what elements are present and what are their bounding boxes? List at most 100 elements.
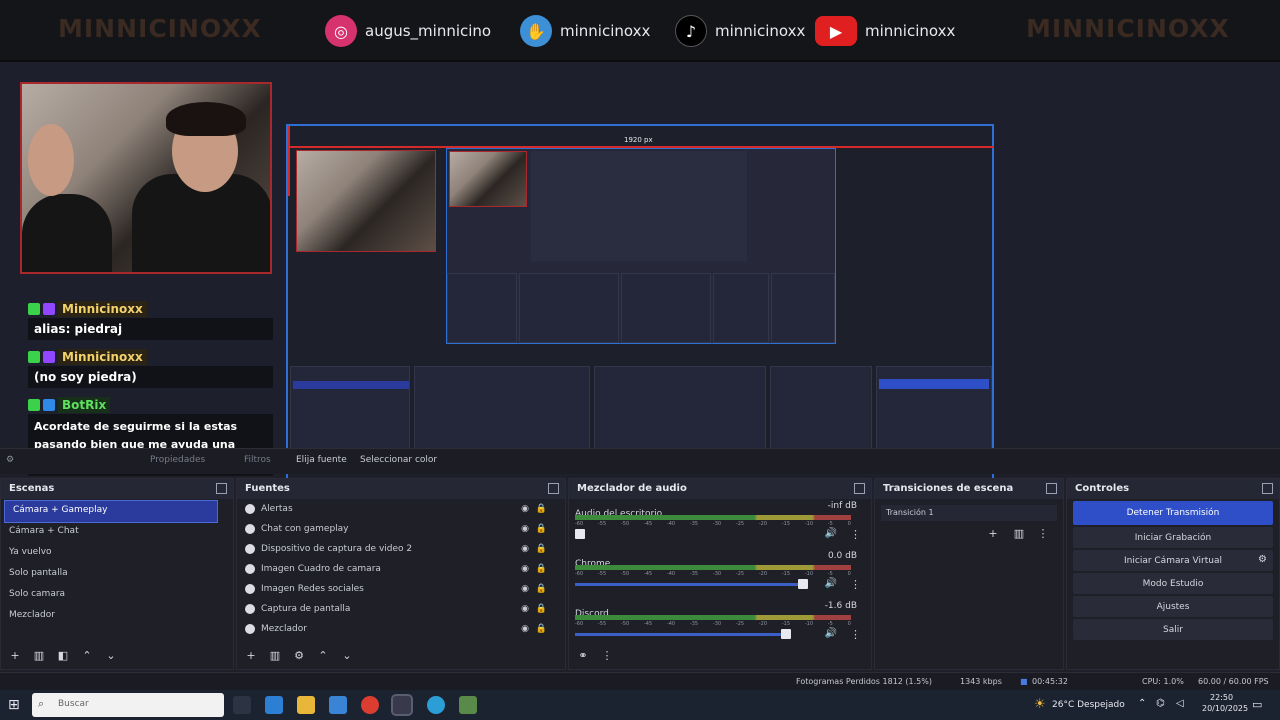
scene-item[interactable]: Cámara + Chat [1,522,233,543]
filter-icon[interactable]: ◧ [55,647,71,663]
scene-item[interactable]: Mezclador [1,606,233,627]
eye-icon[interactable]: ◉ [521,544,529,554]
clock-time[interactable]: 22:50 [1210,693,1233,702]
settings-button[interactable]: Ajustes [1073,596,1273,617]
eye-icon[interactable]: ◉ [521,564,529,574]
eye-icon[interactable]: ◉ [521,624,529,634]
tick-label: -15 [781,621,791,627]
more-icon[interactable]: ⋮ [850,578,861,591]
lock-icon[interactable]: 🔒 [536,524,547,534]
trash-icon[interactable]: ▥ [1011,525,1027,541]
gear-icon[interactable]: ⚙ [6,455,14,465]
tick-label: -40 [666,521,676,527]
sources-buttons: + ▥ ⚙ ⌃ ⌄ [243,647,355,663]
taskbar-search[interactable]: ⌕ Buscar [32,693,224,717]
task-view-icon[interactable] [233,696,251,714]
start-recording-button[interactable]: Iniciar Grabación [1073,527,1273,548]
handshake-icon: ✋ [520,15,552,47]
properties-button[interactable]: Propiedades [150,455,205,465]
clock-date[interactable]: 20/10/2025 [1202,704,1248,713]
obs-icon[interactable] [391,694,413,716]
more-icon[interactable]: ⋮ [850,628,861,641]
edge-icon[interactable] [265,696,283,714]
chevron-up-icon[interactable]: ⌃ [79,647,95,663]
gear-icon[interactable]: ⚙ [291,647,307,663]
chrome-profile-icon[interactable] [427,696,445,714]
more-icon[interactable]: ⋮ [1035,525,1051,541]
tray-chevron-icon[interactable]: ⌃ [1138,698,1146,709]
popout-icon[interactable] [1046,483,1057,494]
studio-mode-button[interactable]: Modo Estudio [1073,573,1273,594]
exit-button[interactable]: Salir [1073,619,1273,640]
volume-fader-knob[interactable] [781,629,792,639]
store-icon[interactable] [329,696,347,714]
source-item[interactable]: Dispositivo de captura de video 2 ◉ 🔒 [237,539,565,559]
chevron-down-icon[interactable]: ⌄ [339,647,355,663]
lock-icon[interactable]: 🔒 [536,564,547,574]
volume-fader-knob[interactable] [574,529,585,539]
scene-item[interactable]: Cámara + Gameplay [4,500,218,523]
meter-ticks: -60 -55 -50 -45 -40 -35 -30 -25 -20 -15 -10 -5 0 [575,621,851,627]
pick-source-button[interactable]: Elija fuente [296,455,347,465]
source-item[interactable]: Imagen Cuadro de camara ◉ 🔒 [237,559,565,579]
popout-icon[interactable] [548,483,559,494]
eye-icon[interactable]: ◉ [521,604,529,614]
more-icon[interactable]: ⋮ [599,647,615,663]
social-handle: augus_minnicino [365,22,492,40]
source-item[interactable]: Captura de pantalla ◉ 🔒 [237,599,565,619]
volume-fader-knob[interactable] [798,579,808,589]
lock-icon[interactable]: 🔒 [536,544,547,554]
network-icon[interactable]: ⌬ [1156,698,1165,709]
lock-icon[interactable]: 🔒 [536,604,547,614]
lock-icon[interactable]: 🔒 [536,504,547,514]
transition-select[interactable]: Transición 1 [881,505,1057,521]
volume-fader-track[interactable] [575,633,787,636]
add-icon[interactable]: + [985,525,1001,541]
link-icon[interactable]: ⚭ [575,647,591,663]
source-item[interactable]: Mezclador ◉ 🔒 [237,619,565,639]
scene-item[interactable]: Solo pantalla [1,564,233,585]
scene-item[interactable]: Ya vuelvo [1,543,233,564]
filters-button[interactable]: Filtros [244,455,271,465]
chevron-down-icon[interactable]: ⌄ [103,647,119,663]
trash-icon[interactable]: ▥ [31,647,47,663]
tick-label: 0 [847,521,851,527]
add-icon[interactable]: + [7,647,23,663]
popout-icon[interactable] [854,483,865,494]
volume-icon[interactable]: ◁ [1176,698,1184,709]
mixer-channel: Chrome 0.0 dB -60 -55 -50 -45 -40 -35 -30 -25 -20-… [569,549,871,599]
chrome-icon[interactable] [361,696,379,714]
lock-icon[interactable]: 🔒 [536,624,547,634]
scene-item[interactable]: Solo camara [1,585,233,606]
lock-icon[interactable]: 🔒 [536,584,547,594]
eye-icon[interactable]: ◉ [521,504,529,514]
speaker-icon[interactable]: 🔊 [825,628,837,639]
speaker-icon[interactable]: 🔊 [825,578,837,589]
popout-icon[interactable] [216,483,227,494]
preview-canvas[interactable]: Minnicinoxx alias: piedraj Minnicinoxx (… [0,62,1280,498]
select-color-button[interactable]: Seleccionar color [360,455,437,465]
trash-icon[interactable]: ▥ [267,647,283,663]
stream-time: 00:45:32 [1032,677,1068,686]
guide-line [288,126,290,196]
popout-icon[interactable] [1262,483,1273,494]
start-virtual-camera-button[interactable]: Iniciar Cámara Virtual ⚙ [1073,550,1273,571]
more-icon[interactable]: ⋮ [850,528,861,541]
chevron-up-icon[interactable]: ⌃ [315,647,331,663]
stop-streaming-button[interactable]: Detener Transmisión [1073,501,1273,525]
button-label: Iniciar Cámara Virtual [1124,555,1222,566]
add-icon[interactable]: + [243,647,259,663]
source-item[interactable]: Imagen Redes sociales ◉ 🔒 [237,579,565,599]
tick-label: -30 [712,571,722,577]
gear-icon[interactable]: ⚙ [1258,554,1267,565]
source-item[interactable]: Alertas ◉ 🔒 [237,499,565,519]
volume-fader-track[interactable] [575,583,803,586]
folder-icon[interactable] [297,696,315,714]
speaker-icon[interactable]: 🔊 [825,528,837,539]
eye-icon[interactable]: ◉ [521,584,529,594]
notification-icon[interactable]: ▭ [1252,698,1262,711]
app-icon[interactable] [459,696,477,714]
source-item[interactable]: Chat con gameplay ◉ 🔒 [237,519,565,539]
eye-icon[interactable]: ◉ [521,524,529,534]
windows-start-icon[interactable]: ⊞ [8,697,20,713]
